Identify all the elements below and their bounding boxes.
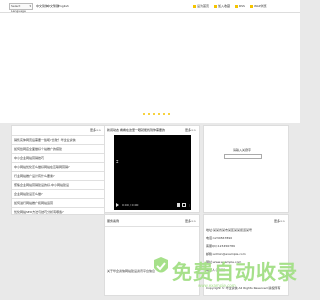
slider-dot[interactable]	[162, 113, 165, 115]
news-more-link[interactable]: 更多>>	[90, 128, 101, 132]
rss-link[interactable]: RSS	[235, 4, 245, 8]
slider-dot[interactable]	[147, 113, 150, 115]
cases-more-link[interactable]: 更多>>	[185, 219, 196, 223]
set-homepage-label: 设为首页	[197, 4, 210, 8]
list-item[interactable]: 中小企业网站营销技巧	[12, 153, 104, 162]
watermark-text: 免费自动收录	[172, 260, 298, 284]
rss-icon	[235, 4, 238, 8]
slider-dot[interactable]	[167, 113, 170, 115]
contact-more-link[interactable]: 更多>>	[274, 219, 285, 223]
video-more-link[interactable]: 更多>>	[185, 128, 196, 132]
contact-line: 客服QQ:123456789	[206, 244, 235, 248]
set-homepage-link[interactable]: 设为首页	[193, 4, 209, 8]
slider-dot[interactable]	[143, 113, 145, 115]
rss-label: RSS	[239, 4, 245, 8]
wap-link[interactable]: WAP浏览	[250, 4, 267, 8]
search-input[interactable]	[224, 154, 262, 159]
video-time: 0:00 / 0:00	[122, 203, 139, 207]
play-icon[interactable]	[116, 203, 119, 207]
contact-line: 地址:某某省某市某区某某街道某号	[206, 228, 253, 232]
list-item[interactable]: 企业网站建设怎么做?	[12, 189, 104, 198]
more-options-icon[interactable]: ⋮	[188, 203, 191, 207]
fullscreen-icon[interactable]	[182, 203, 186, 207]
divider	[105, 226, 199, 227]
star-icon	[214, 4, 217, 8]
watermark-overlay: 免费自动收录 www.example.com	[150, 254, 300, 294]
news-list: 销售实体网页后需要一些呢?比较？华企业资信 如何给网店全面做好个站推广的搭建 中…	[12, 135, 104, 216]
cases-caption[interactable]: 关于华企资信网站建设资讯平台信息	[107, 269, 155, 273]
add-favorite-label: 加入收藏	[218, 4, 231, 8]
language-select[interactable]: Select Language ▾	[9, 3, 33, 13]
pointer-cursor-icon: ⌶	[116, 159, 119, 164]
slider-dots	[143, 112, 172, 116]
video-player[interactable]: 0:00 / 0:00 ⋮	[114, 135, 191, 210]
list-item[interactable]: 行业网站推广设计有什么要素?	[12, 171, 104, 180]
cases-panel-title: 服务案例	[107, 219, 120, 223]
slider-dot[interactable]	[157, 113, 160, 115]
news-panel: 更多>> 销售实体网页后需要一些呢?比较？华企业资信 如何给网店全面做好个站推广…	[11, 125, 105, 215]
list-item[interactable]: 如何给网店全面做好个站推广的搭建	[12, 144, 104, 153]
watermark-url: www.example.com	[198, 283, 236, 288]
home-icon	[193, 4, 196, 8]
list-item[interactable]: 聚焦企业网站营销建设的好,中小网站建设	[12, 180, 104, 189]
language-select-value: Select Language	[11, 4, 26, 13]
wap-label: WAP浏览	[254, 4, 267, 8]
watermark-logo-icon	[154, 257, 168, 273]
video-panel-title: 新闻动态 看看在这里一眼就能找到你需要的	[107, 128, 165, 132]
list-item[interactable]: 如何进行网站推广和网站运营	[12, 198, 104, 207]
phone-icon	[250, 4, 253, 8]
search-panel: 请输入关键字	[203, 125, 289, 213]
add-favorite-link[interactable]: 加入收藏	[214, 4, 230, 8]
search-label: 请输入关键字	[233, 148, 252, 152]
list-item[interactable]: 中小网站优化怎么做好网站在互联网营销?	[12, 162, 104, 171]
top-bar: Select Language ▾ 中文简体 中文繁體 English 设为首页…	[0, 0, 300, 13]
list-item[interactable]: 优化网站SEO方法与技巧分析有哪些?	[12, 207, 104, 216]
list-item[interactable]: 销售实体网页后需要一些呢?比较？华企业资信	[12, 135, 104, 144]
banner-slider	[0, 13, 300, 123]
slider-dot[interactable]	[152, 113, 155, 115]
video-controls: 0:00 / 0:00 ⋮	[114, 200, 191, 210]
chevron-down-icon: ▾	[29, 4, 31, 8]
contact-line: 电话:1234567890	[206, 236, 233, 240]
lang-link-english[interactable]: English	[58, 4, 69, 8]
volume-icon[interactable]	[177, 203, 180, 207]
video-panel: 新闻动态 看看在这里一眼就能找到你需要的 更多>> 0:00 / 0:00 ⋮	[104, 125, 200, 213]
